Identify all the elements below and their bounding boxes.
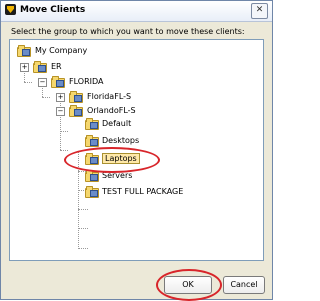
folder-group-icon xyxy=(69,91,83,103)
folder-group-icon xyxy=(85,135,99,147)
tree-node-florida[interactable]: − FLORIDA xyxy=(15,75,135,89)
tree-line xyxy=(78,209,88,210)
folder-group-icon xyxy=(85,186,99,198)
folder-group-icon xyxy=(69,105,83,117)
tree-node-label: TEST FULL PACKAGE xyxy=(102,187,184,196)
expand-icon[interactable]: + xyxy=(20,63,29,72)
folder-group-icon xyxy=(85,118,99,130)
collapse-icon[interactable]: − xyxy=(56,107,65,116)
tree-node-label: Default xyxy=(102,119,132,128)
tree-node-label: OrlandoFL-S xyxy=(87,106,136,115)
ok-highlight-ring xyxy=(156,269,222,301)
tree-node-label: FloridaFL-S xyxy=(87,92,132,101)
instruction-text: Select the group to which you want to mo… xyxy=(11,27,245,36)
tree-node-er[interactable]: + ER xyxy=(15,60,95,74)
tree-node-label: ER xyxy=(51,62,62,71)
shield-icon xyxy=(5,4,16,15)
tree-node-floridafl-s[interactable]: + FloridaFL-S xyxy=(15,90,165,104)
tree-line xyxy=(78,248,88,249)
tree-node-default[interactable]: Default xyxy=(85,117,205,131)
tree-line xyxy=(60,150,68,151)
tree-line xyxy=(60,131,68,132)
expand-icon[interactable]: + xyxy=(56,93,65,102)
tree-node-label: My Company xyxy=(35,46,88,55)
title-bar[interactable]: Move Clients ✕ xyxy=(1,1,272,22)
group-tree[interactable]: My Company + ER − FLORIDA + FloridaFL-S … xyxy=(9,39,264,261)
tree-line xyxy=(78,228,88,229)
tree-node-label: FLORIDA xyxy=(69,77,104,86)
collapse-icon[interactable]: − xyxy=(38,78,47,87)
tree-node-label: Desktops xyxy=(102,136,140,145)
folder-group-icon xyxy=(33,61,47,73)
dialog-title: Move Clients xyxy=(20,5,86,15)
close-icon[interactable]: ✕ xyxy=(251,3,268,19)
tree-node-desktops[interactable]: Desktops xyxy=(85,134,205,148)
folder-group-icon xyxy=(17,45,31,57)
tree-node-test-full-package[interactable]: TEST FULL PACKAGE xyxy=(85,185,245,199)
move-clients-dialog: Move Clients ✕ Select the group to which… xyxy=(0,0,273,301)
cancel-button[interactable]: Cancel xyxy=(223,276,265,294)
folder-group-icon xyxy=(51,76,65,88)
laptops-highlight-ring xyxy=(64,147,160,173)
tree-node-my-company[interactable]: My Company xyxy=(15,44,135,58)
tree-node-orlandofl-s[interactable]: − OrlandoFL-S xyxy=(15,104,165,118)
